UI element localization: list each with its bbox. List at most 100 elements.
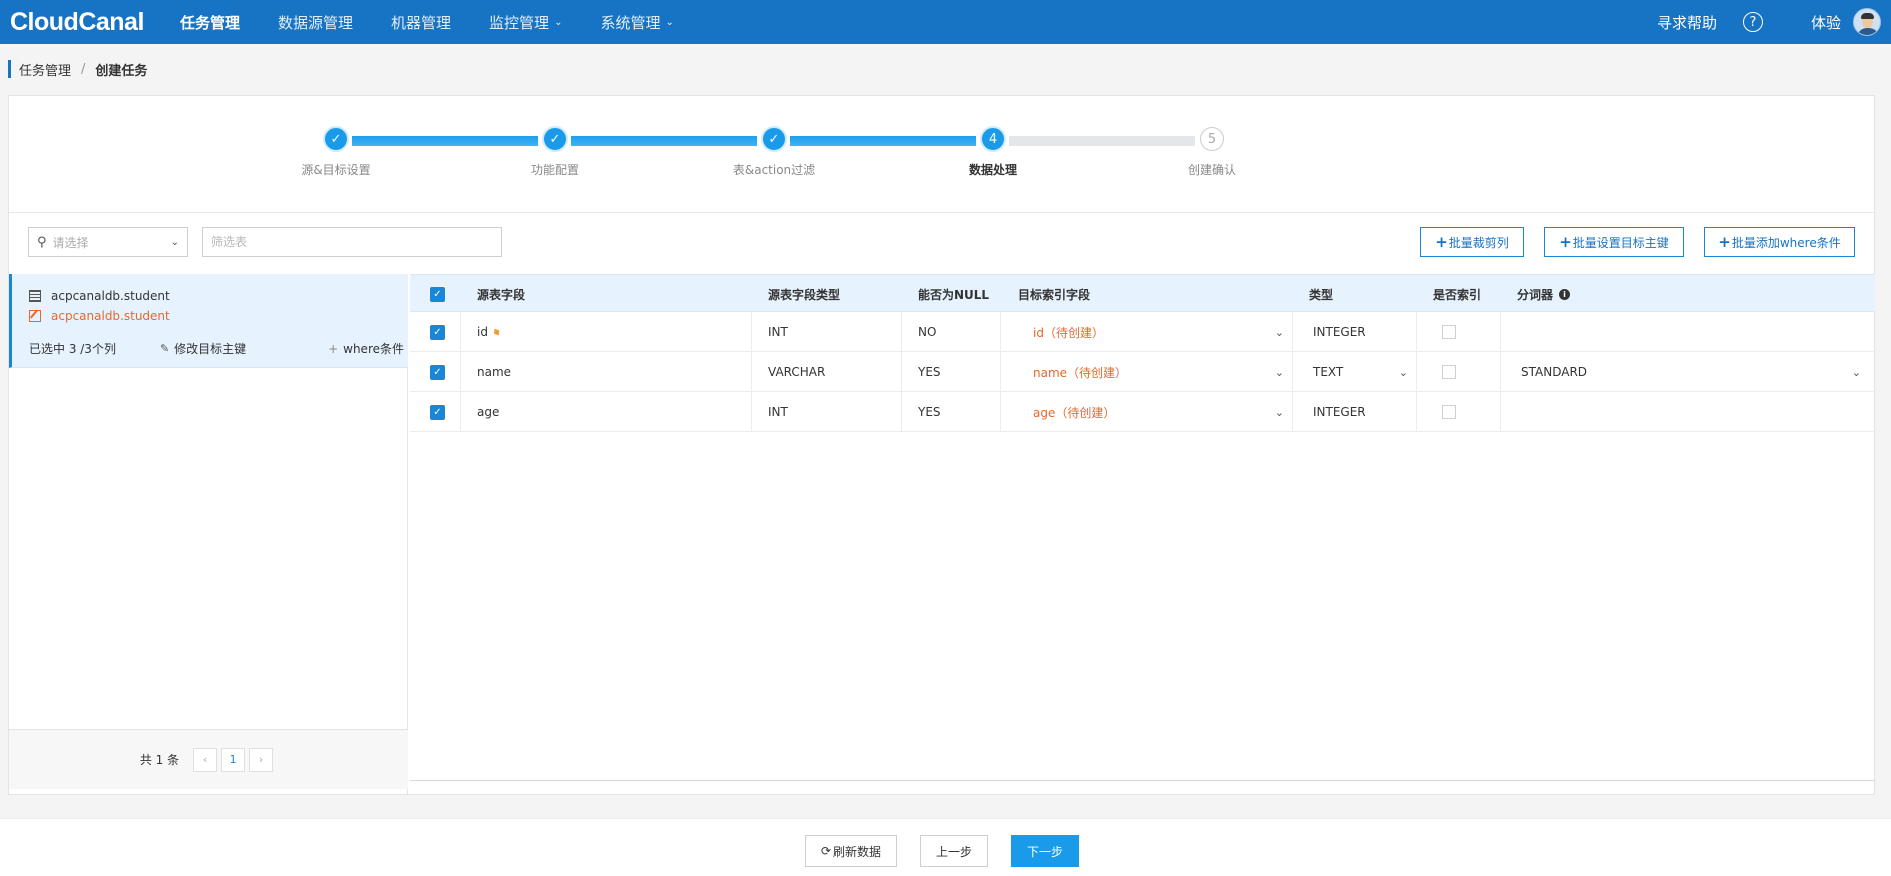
step-4-label: 数据处理 (968, 163, 1018, 177)
edit-table-icon (29, 310, 41, 322)
next-step-button[interactable]: 下一步 (1011, 835, 1079, 867)
top-nav: CloudCanal 任务管理 数据源管理 机器管理 监控管理 ⌄ 系统管理 ⌄ 寻… (0, 0, 1891, 44)
target-field-select[interactable]: age（待创建） ⌄ (1018, 392, 1284, 432)
step-4-number: 4 (980, 126, 1006, 152)
table-row: ✓ name VARCHAR YES name（待创建） ⌄ TEXT ⌄ STAN… (410, 352, 1875, 392)
prev-step-button[interactable]: 上一步 (920, 835, 988, 867)
chevron-down-icon: ⌄ (1398, 365, 1408, 379)
target-type: INTEGER (1313, 325, 1366, 339)
row-checkbox[interactable]: ✓ (430, 392, 445, 432)
refresh-data-button[interactable]: ⟳ 刷新数据 (805, 835, 897, 867)
header-src-type: 源表字段类型 (768, 287, 841, 302)
breadcrumb-separator: / (81, 61, 86, 77)
index-checkbox[interactable] (1442, 392, 1456, 432)
step-5-number: 5 (1200, 127, 1224, 151)
header-src-field: 源表字段 (477, 287, 526, 302)
target-field-select[interactable]: name（待创建） ⌄ (1018, 352, 1284, 392)
target-field-select[interactable]: id（待创建） ⌄ (1018, 312, 1284, 352)
src-field-name: name (477, 365, 512, 379)
total-count: 共 1 条 (139, 753, 180, 767)
nullable-value: YES (918, 405, 941, 419)
index-checkbox[interactable] (1442, 312, 1456, 352)
src-field-type: VARCHAR (768, 365, 826, 379)
breadcrumb-current: 创建任务 (95, 63, 148, 79)
check-icon: ✓ (430, 364, 445, 380)
prev-page-icon[interactable]: ‹ (193, 747, 218, 772)
selected-columns-count: 已选中 3 /3个列 (29, 342, 116, 356)
analyzer-select[interactable]: STANDARD ⌄ (1521, 352, 1861, 392)
breadcrumb-parent[interactable]: 任务管理 (19, 60, 71, 79)
target-table-name[interactable]: acpcanaldb.student (51, 309, 170, 323)
nav-item-system[interactable]: 系统管理 ⌄ (600, 12, 673, 33)
edit-icon: ✎ (159, 342, 170, 355)
chevron-down-icon: ⌄ (1274, 365, 1284, 379)
nullable-value: YES (918, 365, 941, 379)
select-all-checkbox[interactable]: ✓ (430, 275, 445, 313)
table-select[interactable]: ⚲ 请选择 ⌄ (28, 227, 188, 257)
row-checkbox[interactable]: ✓ (430, 312, 445, 352)
where-condition-button[interactable]: + where条件 (328, 340, 404, 357)
modify-target-pk-button[interactable]: ✎ 修改目标主键 (160, 340, 246, 357)
main-card: ✓ ✓ ✓ 4 5 源&目标设置 功能配置 表&action过滤 数据处理 创建… (8, 95, 1875, 795)
avatar[interactable] (1853, 8, 1881, 36)
index-checkbox[interactable] (1442, 352, 1456, 392)
plus-icon: + (328, 342, 339, 356)
header-type: 类型 (1309, 287, 1334, 302)
breadcrumb: 任务管理 / 创建任务 (8, 60, 148, 79)
logo[interactable]: CloudCanal (10, 8, 180, 37)
target-type: INTEGER (1313, 405, 1366, 419)
info-icon[interactable]: i (1559, 288, 1571, 300)
target-type-select[interactable]: TEXT ⌄ (1313, 352, 1408, 392)
next-page-icon[interactable]: › (249, 747, 274, 772)
header-indexed: 是否索引 (1433, 287, 1482, 302)
nav-item-datasources[interactable]: 数据源管理 (278, 12, 353, 33)
question-icon[interactable]: ? (1742, 12, 1763, 32)
nav-item-machines[interactable]: 机器管理 (391, 12, 451, 33)
nullable-value: NO (918, 325, 937, 339)
chevron-down-icon: ⌄ (1274, 325, 1284, 339)
check-icon: ✓ (430, 404, 445, 420)
help-link[interactable]: 寻求帮助 (1657, 12, 1717, 33)
plus-icon: + (1718, 233, 1731, 251)
table-footer-divider (410, 780, 1875, 788)
chevron-down-icon: ⌄ (554, 16, 563, 28)
step-connector (352, 136, 538, 146)
header-nullable: 能否为NULL (918, 287, 990, 302)
src-field-name: id (477, 325, 488, 339)
batch-set-pk-button[interactable]: + 批量设置目标主键 (1544, 227, 1684, 257)
header-target-field: 目标索引字段 (1018, 287, 1091, 302)
step-2-label: 功能配置 (530, 163, 580, 177)
step-5-label: 创建确认 (1187, 163, 1237, 177)
user-name[interactable]: 体验 (1811, 12, 1841, 33)
primary-key-icon: ♦ (489, 323, 505, 341)
column-mapping-table: ✓ 源表字段 源表字段类型 能否为NULL 目标索引字段 类型 是否索引 分词器… (410, 274, 1875, 795)
batch-trim-columns-button[interactable]: + 批量裁剪列 (1420, 227, 1524, 257)
filter-table-input[interactable] (202, 227, 502, 257)
chevron-down-icon: ⌄ (1851, 365, 1861, 379)
step-1-check-icon: ✓ (323, 126, 349, 152)
refresh-icon: ⟳ (820, 844, 832, 858)
footer-actions: ⟳ 刷新数据 上一步 下一步 (0, 818, 1891, 876)
page-number[interactable]: 1 (221, 747, 246, 772)
row-checkbox[interactable]: ✓ (430, 352, 445, 392)
chevron-down-icon: ⌄ (1274, 405, 1284, 419)
step-connector (1009, 136, 1195, 146)
nav-item-tasks[interactable]: 任务管理 (180, 12, 240, 33)
chevron-down-icon: ⌄ (665, 16, 674, 28)
batch-add-where-button[interactable]: + 批量添加where条件 (1704, 227, 1855, 257)
plus-icon: + (1559, 233, 1572, 251)
table-row: ✓ age INT YES age（待创建） ⌄ INTEGER (410, 392, 1875, 432)
step-2-check-icon: ✓ (542, 126, 568, 152)
step-3-check-icon: ✓ (761, 126, 787, 152)
step-3-label: 表&action过滤 (732, 163, 816, 177)
table-icon (29, 290, 41, 302)
nav-item-monitoring[interactable]: 监控管理 ⌄ (489, 12, 562, 33)
step-1-label: 源&目标设置 (301, 163, 371, 177)
search-icon: ⚲ (37, 234, 47, 250)
pagination: 共 1 条 ‹ 1 › (9, 729, 408, 789)
chevron-down-icon: ⌄ (170, 236, 179, 248)
source-table-name: acpcanaldb.student (51, 289, 170, 303)
src-field-type: INT (768, 325, 788, 339)
list-item[interactable]: acpcanaldb.student acpcanaldb.student 已选… (9, 274, 408, 368)
table-header: ✓ 源表字段 源表字段类型 能否为NULL 目标索引字段 类型 是否索引 分词器… (410, 274, 1875, 312)
